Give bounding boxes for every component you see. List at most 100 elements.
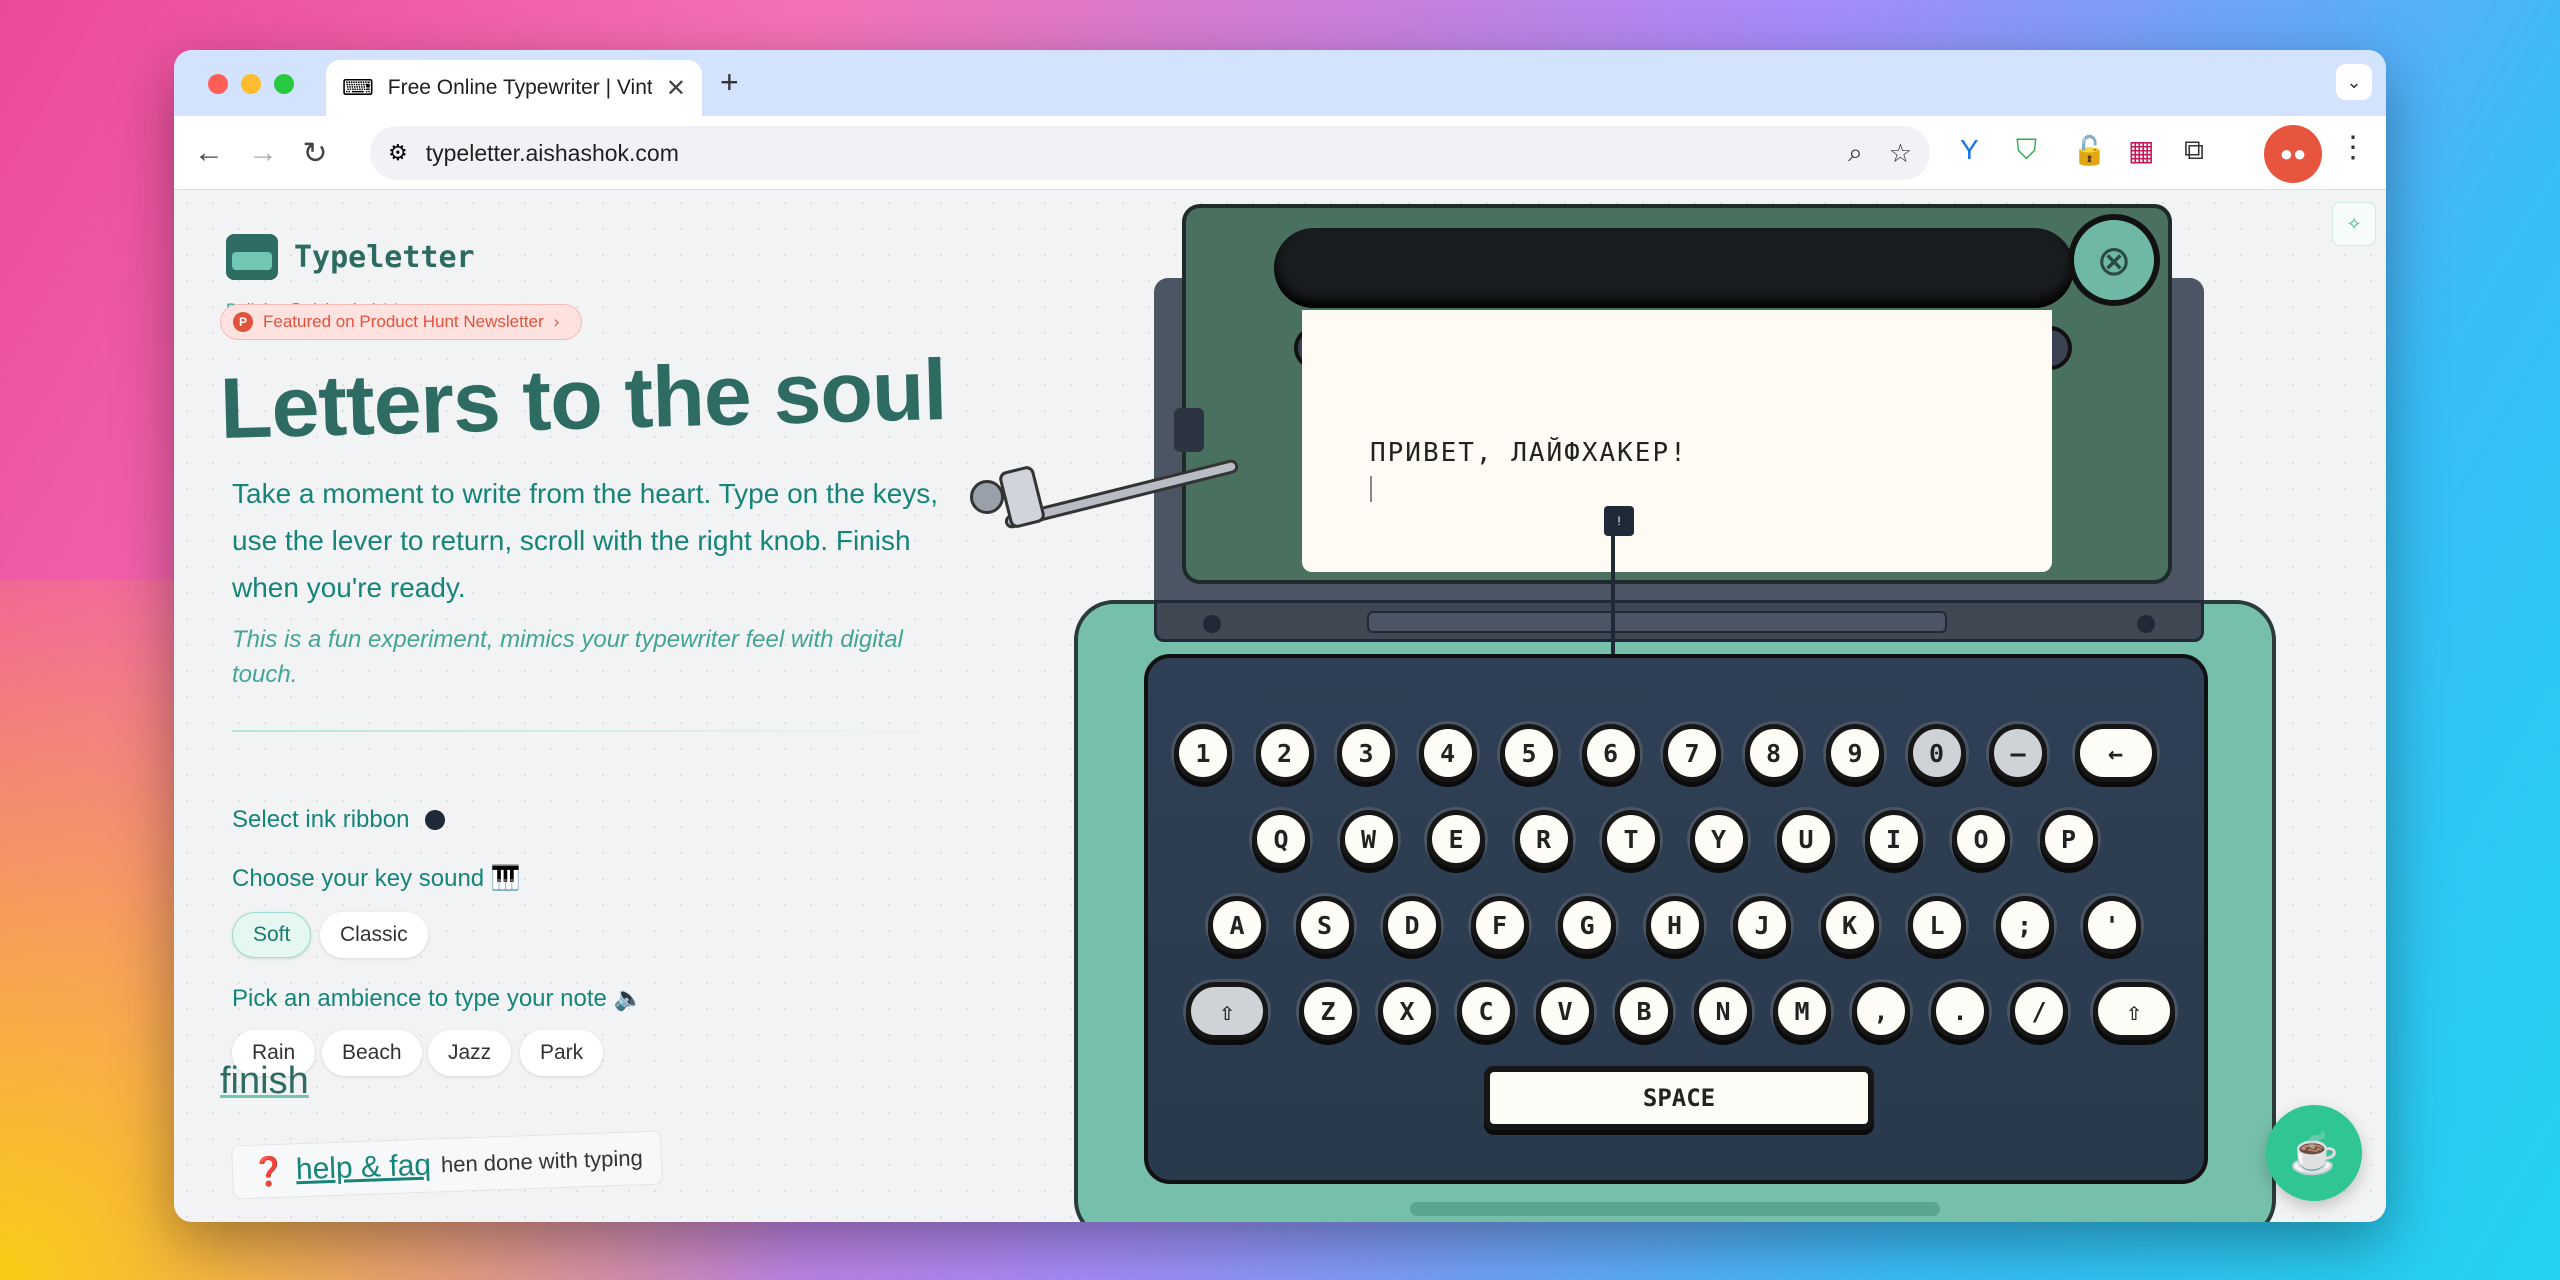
forward-arrow-icon[interactable]: →: [246, 136, 280, 170]
typed-text: ПРИВЕТ, ЛАЙФХАКЕР!: [1370, 438, 1688, 468]
key-3-8[interactable]: ,: [1852, 982, 1910, 1040]
typewriter-foot: [1410, 1202, 1940, 1216]
finish-link[interactable]: finish: [220, 1060, 309, 1103]
browser-menu-icon[interactable]: ⋮: [2338, 130, 2368, 165]
minimize-window-button[interactable]: [241, 74, 261, 94]
product-hunt-icon: P: [233, 312, 253, 332]
typebar-slug: !: [1604, 506, 1634, 536]
ambience-option-park[interactable]: Park: [520, 1030, 604, 1076]
site-settings-icon[interactable]: ⚙: [388, 140, 408, 166]
key-0-9[interactable]: 0: [1907, 724, 1966, 782]
key-1-9[interactable]: P: [2039, 810, 2098, 868]
rail-slot: [1367, 611, 1947, 633]
help-hint-text: hen done with typing: [440, 1145, 644, 1178]
key-3-11[interactable]: ⇧: [2093, 982, 2175, 1040]
zoom-icon[interactable]: ⌕: [1848, 137, 1863, 169]
key-1-7[interactable]: I: [1864, 810, 1923, 868]
key-2-9[interactable]: ;: [1995, 896, 2054, 954]
key-0-2[interactable]: 3: [1337, 724, 1395, 782]
key-2-2[interactable]: D: [1383, 896, 1441, 954]
maximize-window-button[interactable]: [274, 74, 294, 94]
key-3-3[interactable]: C: [1457, 982, 1515, 1040]
close-tab-icon[interactable]: ✕: [666, 74, 686, 103]
key-1-2[interactable]: E: [1427, 810, 1485, 868]
key-3-0[interactable]: ⇧: [1186, 982, 1268, 1040]
key-2-7[interactable]: K: [1820, 896, 1879, 954]
key-0-1[interactable]: 2: [1255, 724, 1314, 782]
typewriter-favicon-icon: ⌨: [342, 75, 374, 100]
key-0-11[interactable]: ←: [2074, 724, 2157, 782]
active-tab[interactable]: ⌨ Free Online Typewriter | Vintage ✕: [326, 60, 702, 116]
key-1-5[interactable]: Y: [1689, 810, 1748, 868]
key-1-8[interactable]: O: [1952, 810, 2010, 868]
key-2-5[interactable]: H: [1645, 896, 1704, 954]
product-hunt-badge[interactable]: P Featured on Product Hunt Newsletter ›: [220, 304, 583, 340]
extension-lock-icon[interactable]: 🔓: [2072, 134, 2107, 167]
browser-window: ⌨ Free Online Typewriter | Vintage ✕ + ⌄…: [174, 50, 2386, 1222]
lever-ball[interactable]: [970, 480, 1004, 514]
key-0-4[interactable]: 5: [1500, 724, 1558, 782]
ambience-option-beach[interactable]: Beach: [322, 1030, 422, 1076]
key-sound-label: Choose your key sound 🎹: [232, 865, 521, 892]
key-2-0[interactable]: A: [1208, 896, 1266, 954]
key-3-5[interactable]: B: [1615, 982, 1673, 1040]
key-0-7[interactable]: 8: [1744, 724, 1803, 782]
rail-screw-left: [1203, 615, 1221, 633]
key-2-4[interactable]: G: [1558, 896, 1616, 954]
key-3-6[interactable]: N: [1694, 982, 1752, 1040]
key-2-6[interactable]: J: [1733, 896, 1791, 954]
key-3-2[interactable]: X: [1378, 982, 1436, 1040]
key-3-9[interactable]: .: [1931, 982, 1989, 1040]
url-text[interactable]: typeletter.aishashok.com: [426, 140, 1822, 167]
reload-icon[interactable]: ↻: [298, 136, 332, 171]
key-3-4[interactable]: V: [1536, 982, 1594, 1040]
key-2-3[interactable]: F: [1470, 896, 1529, 954]
profile-avatar[interactable]: ●●: [2264, 125, 2322, 183]
tab-search-chevron-icon[interactable]: ⌄: [2336, 64, 2372, 100]
help-faq-link[interactable]: help & faq: [295, 1149, 431, 1188]
close-window-button[interactable]: [208, 74, 228, 94]
key-3-7[interactable]: M: [1773, 982, 1831, 1040]
key-0-0[interactable]: 1: [1174, 724, 1232, 782]
brand-logo[interactable]: Typeletter: [226, 234, 475, 280]
hero-description: Take a moment to write from the heart. T…: [232, 478, 939, 603]
key-3-1[interactable]: Z: [1299, 982, 1357, 1040]
key-0-3[interactable]: 4: [1418, 724, 1477, 782]
key-1-3[interactable]: R: [1514, 810, 1573, 868]
typing-paper[interactable]: ПРИВЕТ, ЛАЙФХАКЕР!: [1302, 310, 2052, 572]
key-2-1[interactable]: S: [1295, 896, 1354, 954]
address-bar[interactable]: ⚙ typeletter.aishashok.com ⌕ ☆: [370, 126, 1930, 180]
help-tooltip: ❓ help & faq hen done with typing: [231, 1130, 663, 1200]
carriage-rail: [1154, 600, 2204, 642]
new-tab-button[interactable]: +: [720, 64, 739, 101]
scroll-knob[interactable]: ⊗: [2068, 214, 2160, 306]
ink-color-swatch[interactable]: [425, 810, 446, 830]
key-2-8[interactable]: L: [1908, 896, 1966, 954]
key-1-6[interactable]: U: [1777, 810, 1835, 868]
extension-shield-icon[interactable]: ⛉: [2016, 134, 2037, 167]
extensions-puzzle-icon[interactable]: ⧉: [2184, 134, 2204, 167]
window-controls: [208, 74, 294, 94]
sparkle-icon[interactable]: ✧: [2332, 202, 2376, 246]
tab-title: Free Online Typewriter | Vintage: [387, 76, 652, 99]
bookmark-star-icon[interactable]: ☆: [1889, 138, 1912, 169]
key-1-4[interactable]: T: [1602, 810, 1660, 868]
ambience-option-jazz[interactable]: Jazz: [428, 1030, 512, 1076]
sound-option-soft[interactable]: Soft: [232, 912, 312, 958]
tab-strip: ⌨ Free Online Typewriter | Vintage ✕ + ⌄: [174, 50, 2386, 116]
buy-coffee-cup-icon[interactable]: ☕: [2266, 1105, 2362, 1201]
key-1-1[interactable]: W: [1339, 810, 1398, 868]
extension-color-icon[interactable]: ▦: [2128, 134, 2154, 167]
sound-option-classic[interactable]: Classic: [320, 912, 428, 958]
key-0-5[interactable]: 6: [1581, 724, 1640, 782]
space-key[interactable]: SPACE: [1484, 1066, 1874, 1130]
key-0-8[interactable]: 9: [1826, 724, 1884, 782]
key-1-0[interactable]: Q: [1252, 810, 1310, 868]
key-0-6[interactable]: 7: [1663, 724, 1721, 782]
key-0-10[interactable]: –: [1989, 724, 2047, 782]
key-2-10[interactable]: ': [2083, 896, 2141, 954]
key-3-10[interactable]: /: [2010, 982, 2068, 1040]
back-arrow-icon[interactable]: ←: [192, 136, 226, 170]
extension-y-icon[interactable]: Y: [1960, 134, 1979, 166]
rail-screw-right: [2137, 615, 2155, 633]
